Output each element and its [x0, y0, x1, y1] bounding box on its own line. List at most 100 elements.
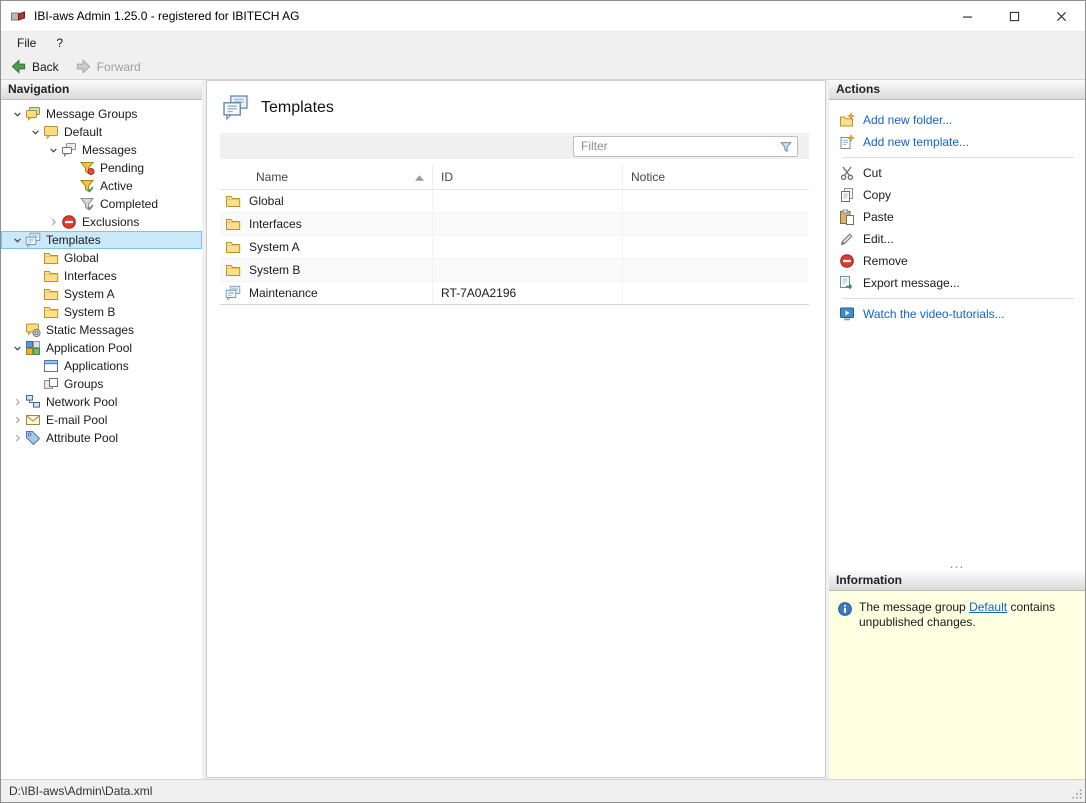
paste-icon	[839, 209, 855, 225]
action-label: Add new folder...	[863, 113, 952, 127]
maximize-button[interactable]	[991, 1, 1038, 31]
default-group-link[interactable]: Default	[969, 600, 1007, 614]
table-row-interfaces[interactable]: Interfaces	[220, 213, 809, 236]
chevron-spacer	[27, 286, 43, 302]
applications-icon	[43, 358, 59, 374]
tree-item-active[interactable]: Active	[1, 177, 202, 195]
tree-item-attribute-pool[interactable]: Attribute Pool	[1, 429, 202, 447]
tree-item-static-messages[interactable]: Static Messages	[1, 321, 202, 339]
tree-item-groups[interactable]: Groups	[1, 375, 202, 393]
tree-item-label: Pending	[95, 161, 144, 175]
tree-item-application-pool[interactable]: Application Pool	[1, 339, 202, 357]
back-label: Back	[32, 60, 59, 74]
action-add-new-template[interactable]: Add new template...	[839, 131, 1077, 153]
template-icon	[225, 285, 241, 301]
forward-button[interactable]: Forward	[75, 58, 141, 75]
chevron-down-icon[interactable]	[9, 106, 25, 122]
chevron-right-icon[interactable]	[9, 394, 25, 410]
action-remove[interactable]: Remove	[839, 250, 1077, 272]
filter-funnel-icon[interactable]	[779, 140, 793, 154]
table-body: Global Interfaces	[220, 190, 809, 305]
action-cut[interactable]: Cut	[839, 162, 1077, 184]
tree-item-exclusions[interactable]: Exclusions	[1, 213, 202, 231]
tree-item-system-a[interactable]: System A	[1, 285, 202, 303]
separator	[842, 298, 1074, 299]
chevron-spacer	[27, 268, 43, 284]
tree-item-completed[interactable]: Completed	[1, 195, 202, 213]
column-label: Name	[256, 170, 288, 184]
action-label: Cut	[863, 166, 882, 180]
action-paste[interactable]: Paste	[839, 206, 1077, 228]
information-message: The message group Default contains unpub…	[859, 600, 1071, 630]
panel-splitter-grip[interactable]: ...	[829, 559, 1085, 571]
column-header-notice[interactable]: Notice	[623, 165, 809, 189]
action-watch-video-tutorials[interactable]: Watch the video-tutorials...	[839, 303, 1077, 325]
folder-icon	[43, 250, 59, 266]
info-text-before: The message group	[859, 600, 966, 614]
tree-item-global[interactable]: Global	[1, 249, 202, 267]
close-button[interactable]	[1038, 1, 1085, 31]
cell-name: System A	[220, 236, 433, 258]
tree-item-applications[interactable]: Applications	[1, 357, 202, 375]
chevron-down-icon[interactable]	[45, 142, 61, 158]
table-row-maintenance[interactable]: Maintenance RT-7A0A2196	[220, 282, 809, 305]
action-add-new-folder[interactable]: Add new folder...	[839, 109, 1077, 131]
table-row-global[interactable]: Global	[220, 190, 809, 213]
column-header-id[interactable]: ID	[433, 165, 623, 189]
row-name: Interfaces	[249, 217, 302, 231]
tree-item-interfaces[interactable]: Interfaces	[1, 267, 202, 285]
copy-icon	[839, 187, 855, 203]
minimize-button[interactable]	[944, 1, 991, 31]
tree-item-label: Messages	[77, 143, 137, 157]
chevron-right-icon[interactable]	[9, 412, 25, 428]
right-column: Actions Add new folder... Add new templa…	[829, 80, 1085, 779]
chevron-spacer	[63, 196, 79, 212]
table-row-system-a[interactable]: System A	[220, 236, 809, 259]
tree-item-system-b[interactable]: System B	[1, 303, 202, 321]
chevron-right-icon[interactable]	[9, 430, 25, 446]
chevron-down-icon[interactable]	[27, 124, 43, 140]
minimize-icon	[962, 11, 973, 22]
information-header-label: Information	[836, 573, 902, 587]
resize-grip-icon[interactable]	[1070, 787, 1083, 800]
row-name: System B	[249, 263, 300, 277]
menu-file[interactable]: File	[7, 32, 46, 54]
tree-item-network-pool[interactable]: Network Pool	[1, 393, 202, 411]
tree-item-messages[interactable]: Messages	[1, 141, 202, 159]
app-window: IBI-aws Admin 1.25.0 - registered for IB…	[0, 0, 1086, 803]
video-tutorials-icon	[839, 306, 855, 322]
chevron-down-icon[interactable]	[9, 340, 25, 356]
cell-id	[433, 213, 623, 235]
row-name: System A	[249, 240, 300, 254]
action-export-message[interactable]: Export message...	[839, 272, 1077, 294]
templates-icon	[25, 232, 41, 248]
separator	[842, 157, 1074, 158]
message-groups-icon	[25, 106, 41, 122]
column-header-name[interactable]: Name	[220, 165, 433, 189]
back-button[interactable]: Back	[10, 58, 59, 75]
cell-id	[433, 236, 623, 258]
tree-item-default[interactable]: Default	[1, 123, 202, 141]
tree-item-email-pool[interactable]: E-mail Pool	[1, 411, 202, 429]
table-row-system-b[interactable]: System B	[220, 259, 809, 282]
cell-id	[433, 259, 623, 281]
chevron-down-icon[interactable]	[9, 232, 25, 248]
chevron-right-icon[interactable]	[45, 214, 61, 230]
title-bar: IBI-aws Admin 1.25.0 - registered for IB…	[1, 1, 1085, 32]
window-controls	[944, 1, 1085, 31]
tree-item-pending[interactable]: Pending	[1, 159, 202, 177]
tree-item-label: System B	[59, 305, 115, 319]
action-copy[interactable]: Copy	[839, 184, 1077, 206]
cut-icon	[839, 165, 855, 181]
action-label: Paste	[863, 210, 894, 224]
tree-item-templates[interactable]: Templates	[1, 231, 202, 249]
navigation-tree: Message Groups Default Messages Pending	[1, 100, 202, 779]
tree-item-message-groups[interactable]: Message Groups	[1, 105, 202, 123]
cell-id	[433, 190, 623, 212]
menu-help[interactable]: ?	[46, 32, 73, 54]
row-name: Global	[249, 194, 284, 208]
action-edit[interactable]: Edit...	[839, 228, 1077, 250]
tree-item-label: Default	[59, 125, 102, 139]
filter-input[interactable]	[573, 136, 798, 157]
back-arrow-icon	[10, 58, 27, 75]
